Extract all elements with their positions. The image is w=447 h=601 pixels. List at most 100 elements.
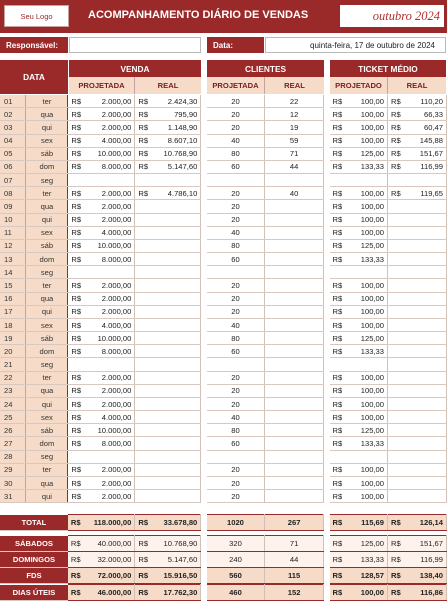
venda-projetada-cell[interactable]: R$ 2.000,00 bbox=[67, 213, 136, 227]
clientes-real-cell[interactable]: 71 bbox=[264, 535, 325, 552]
venda-projetada-cell[interactable] bbox=[67, 450, 136, 464]
ticket-projetado-cell[interactable]: R$ 133,33 bbox=[329, 550, 388, 568]
venda-real-cell[interactable] bbox=[134, 397, 202, 412]
venda-real-cell[interactable] bbox=[134, 292, 202, 306]
venda-real-cell[interactable]: R$ 33.678,80 bbox=[134, 514, 202, 531]
ticket-real-cell[interactable] bbox=[387, 292, 447, 306]
ticket-projetado-cell[interactable]: R$ 100,00 bbox=[329, 463, 388, 477]
ticket-projetado-cell[interactable]: R$ 100,00 bbox=[329, 476, 388, 491]
clientes-projetada-cell[interactable]: 80 bbox=[206, 331, 266, 346]
ticket-projetado-cell[interactable]: R$ 125,00 bbox=[329, 423, 388, 438]
venda-real-cell[interactable]: R$ 5.147,60 bbox=[134, 550, 202, 568]
venda-projetada-cell[interactable]: R$ 10.000,00 bbox=[67, 239, 136, 254]
ticket-projetado-cell[interactable]: R$ 115,69 bbox=[329, 514, 388, 531]
ticket-real-cell[interactable] bbox=[387, 410, 447, 425]
ticket-projetado-cell[interactable]: R$ 100,00 bbox=[329, 371, 388, 385]
clientes-real-cell[interactable] bbox=[264, 226, 325, 240]
ticket-real-cell[interactable] bbox=[387, 239, 447, 254]
ticket-real-cell[interactable] bbox=[387, 199, 447, 214]
clientes-real-cell[interactable]: 71 bbox=[264, 147, 325, 161]
clientes-real-cell[interactable] bbox=[264, 265, 325, 280]
clientes-real-cell[interactable] bbox=[264, 292, 325, 306]
venda-projetada-cell[interactable]: R$ 2.000,00 bbox=[67, 305, 136, 319]
ticket-projetado-cell[interactable]: R$ 100,00 bbox=[329, 213, 388, 227]
ticket-projetado-cell[interactable]: R$ 100,00 bbox=[329, 120, 388, 135]
clientes-real-cell[interactable] bbox=[264, 239, 325, 254]
clientes-real-cell[interactable] bbox=[264, 305, 325, 319]
clientes-real-cell[interactable] bbox=[264, 213, 325, 227]
clientes-real-cell[interactable] bbox=[264, 410, 325, 425]
ticket-real-cell[interactable] bbox=[387, 305, 447, 319]
ticket-projetado-cell[interactable]: R$ 100,00 bbox=[329, 292, 388, 306]
ticket-projetado-cell[interactable]: R$ 125,00 bbox=[329, 535, 388, 552]
ticket-real-cell[interactable]: R$ 60,47 bbox=[387, 120, 447, 135]
venda-projetada-cell[interactable]: R$ 2.000,00 bbox=[67, 107, 136, 122]
ticket-real-cell[interactable]: R$ 145,88 bbox=[387, 134, 447, 148]
ticket-real-cell[interactable]: R$ 116,99 bbox=[387, 160, 447, 175]
ticket-real-cell[interactable] bbox=[387, 371, 447, 385]
venda-projetada-cell[interactable]: R$ 32.000,00 bbox=[67, 550, 136, 568]
venda-real-cell[interactable]: R$ 4.786,10 bbox=[134, 186, 202, 201]
venda-projetada-cell[interactable]: R$ 4.000,00 bbox=[67, 226, 136, 240]
clientes-projetada-cell[interactable]: 80 bbox=[206, 239, 266, 254]
responsavel-field[interactable] bbox=[69, 37, 201, 53]
venda-real-cell[interactable] bbox=[134, 318, 202, 333]
ticket-projetado-cell[interactable]: R$ 125,00 bbox=[329, 331, 388, 346]
venda-projetada-cell[interactable]: R$ 2.000,00 bbox=[67, 476, 136, 491]
venda-projetada-cell[interactable] bbox=[67, 265, 136, 280]
venda-projetada-cell[interactable]: R$ 72.000,00 bbox=[67, 566, 136, 584]
ticket-real-cell[interactable] bbox=[387, 489, 447, 504]
ticket-real-cell[interactable] bbox=[387, 476, 447, 491]
venda-projetada-cell[interactable]: R$ 4.000,00 bbox=[67, 318, 136, 333]
venda-projetada-cell[interactable]: R$ 10.000,00 bbox=[67, 331, 136, 346]
venda-real-cell[interactable] bbox=[134, 344, 202, 359]
venda-projetada-cell[interactable]: R$ 2.000,00 bbox=[67, 120, 136, 135]
ticket-projetado-cell[interactable]: R$ 100,00 bbox=[329, 186, 388, 201]
clientes-projetada-cell[interactable]: 20 bbox=[206, 463, 266, 477]
month-selector[interactable]: outubro 2024 bbox=[340, 5, 444, 27]
ticket-projetado-cell[interactable]: R$ 133,33 bbox=[329, 160, 388, 175]
clientes-projetada-cell[interactable]: 20 bbox=[206, 107, 266, 122]
venda-real-cell[interactable] bbox=[134, 226, 202, 240]
venda-projetada-cell[interactable]: R$ 2.000,00 bbox=[67, 489, 136, 504]
venda-real-cell[interactable] bbox=[134, 357, 202, 372]
venda-real-cell[interactable] bbox=[134, 423, 202, 438]
clientes-real-cell[interactable] bbox=[264, 463, 325, 477]
venda-projetada-cell[interactable]: R$ 8.000,00 bbox=[67, 344, 136, 359]
clientes-projetada-cell[interactable]: 20 bbox=[206, 476, 266, 491]
ticket-real-cell[interactable]: R$ 66,33 bbox=[387, 107, 447, 122]
venda-projetada-cell[interactable]: R$ 40.000,00 bbox=[67, 535, 136, 552]
venda-real-cell[interactable]: R$ 8.607,10 bbox=[134, 134, 202, 148]
clientes-real-cell[interactable] bbox=[264, 397, 325, 412]
clientes-real-cell[interactable] bbox=[264, 436, 325, 451]
clientes-real-cell[interactable]: 44 bbox=[264, 550, 325, 568]
venda-projetada-cell[interactable]: R$ 8.000,00 bbox=[67, 252, 136, 267]
clientes-real-cell[interactable]: 22 bbox=[264, 95, 325, 109]
venda-projetada-cell[interactable]: R$ 10.000,00 bbox=[67, 423, 136, 438]
clientes-projetada-cell[interactable]: 20 bbox=[206, 292, 266, 306]
ticket-projetado-cell[interactable]: R$ 125,00 bbox=[329, 239, 388, 254]
venda-real-cell[interactable] bbox=[134, 173, 202, 188]
ticket-real-cell[interactable] bbox=[387, 397, 447, 412]
venda-real-cell[interactable]: R$ 10.768,90 bbox=[134, 147, 202, 161]
clientes-projetada-cell[interactable]: 320 bbox=[206, 535, 266, 552]
clientes-projetada-cell[interactable]: 20 bbox=[206, 397, 266, 412]
venda-real-cell[interactable] bbox=[134, 384, 202, 398]
clientes-projetada-cell[interactable]: 40 bbox=[206, 134, 266, 148]
clientes-projetada-cell[interactable]: 20 bbox=[206, 120, 266, 135]
clientes-projetada-cell[interactable]: 20 bbox=[206, 384, 266, 398]
venda-real-cell[interactable] bbox=[134, 371, 202, 385]
clientes-projetada-cell[interactable] bbox=[206, 450, 266, 464]
venda-real-cell[interactable] bbox=[134, 450, 202, 464]
clientes-projetada-cell[interactable] bbox=[206, 265, 266, 280]
clientes-real-cell[interactable]: 115 bbox=[264, 566, 325, 584]
venda-projetada-cell[interactable]: R$ 8.000,00 bbox=[67, 436, 136, 451]
ticket-real-cell[interactable]: R$ 151,67 bbox=[387, 147, 447, 161]
ticket-real-cell[interactable]: R$ 151,67 bbox=[387, 535, 447, 552]
clientes-projetada-cell[interactable]: 80 bbox=[206, 423, 266, 438]
clientes-projetada-cell[interactable] bbox=[206, 357, 266, 372]
clientes-real-cell[interactable] bbox=[264, 344, 325, 359]
venda-real-cell[interactable] bbox=[134, 265, 202, 280]
ticket-projetado-cell[interactable]: R$ 100,00 bbox=[329, 199, 388, 214]
ticket-projetado-cell[interactable] bbox=[329, 450, 388, 464]
